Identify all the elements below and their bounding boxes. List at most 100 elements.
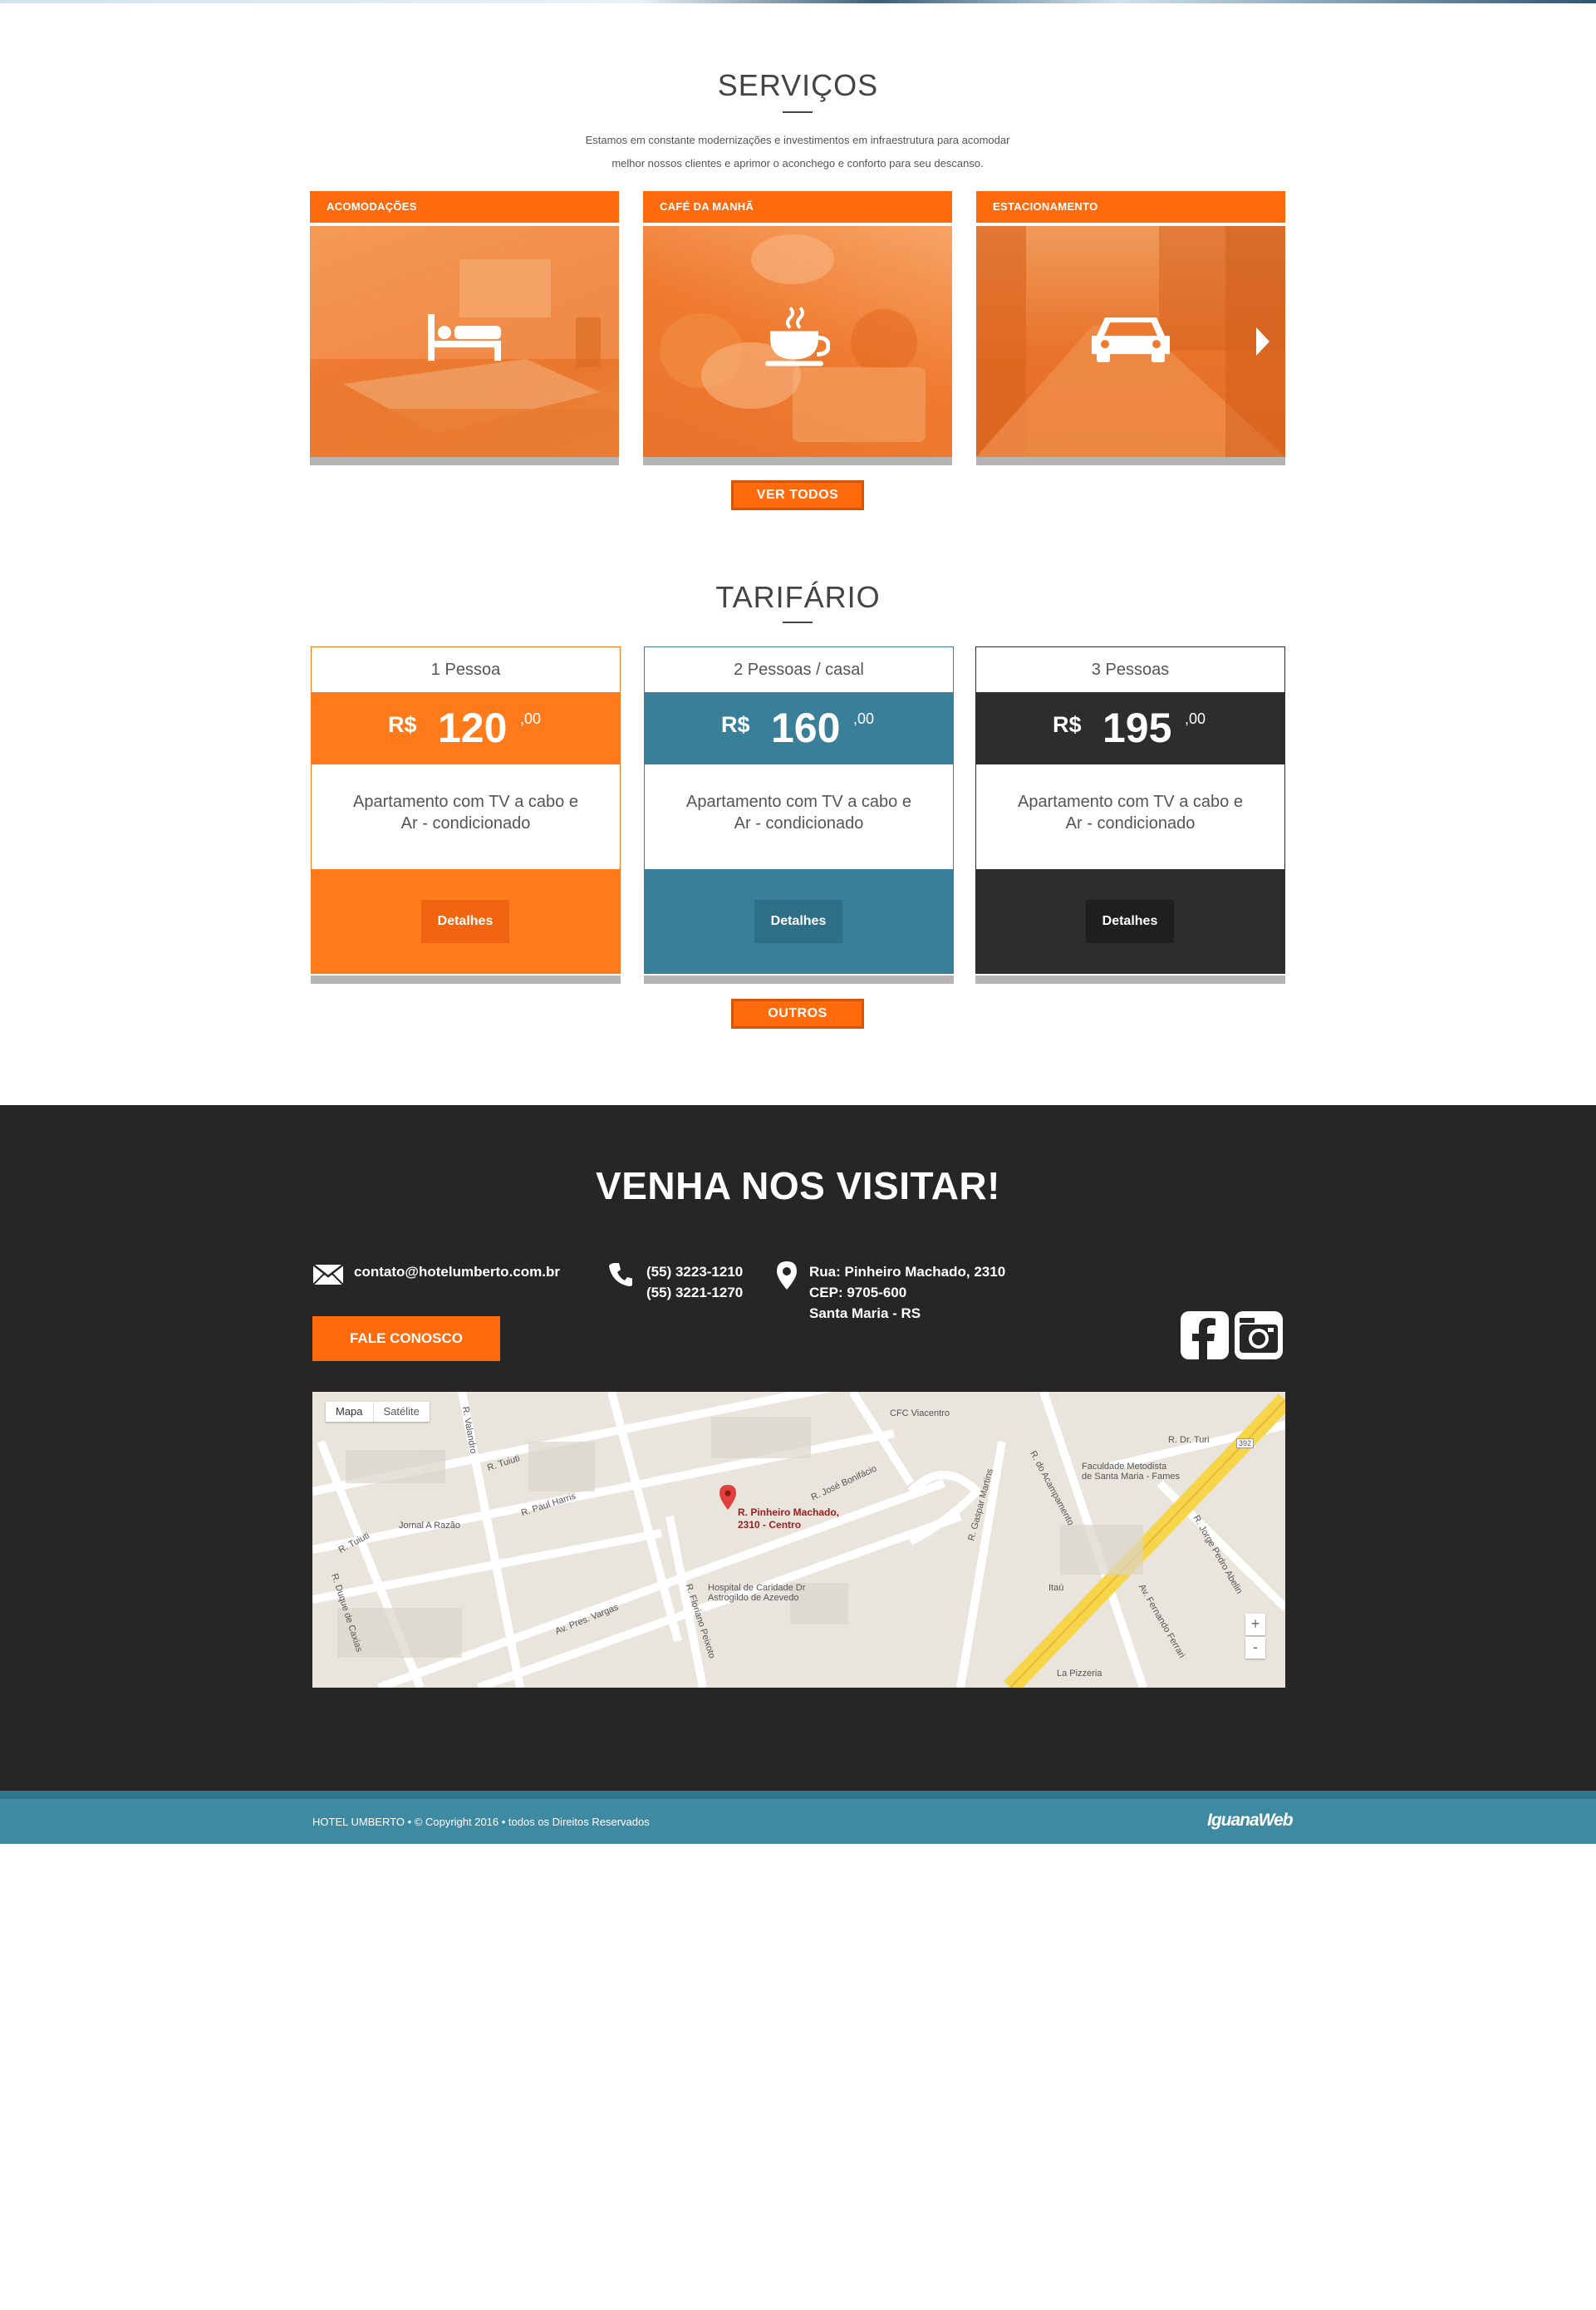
phone-icon — [609, 1261, 634, 1290]
price-amount: 120 — [438, 705, 508, 751]
instagram-icon[interactable] — [1235, 1311, 1283, 1359]
coffee-cup-icon — [765, 304, 831, 371]
plan-description-line2: Ar - condicionado — [734, 814, 864, 833]
service-card-bar — [310, 457, 619, 465]
contact-us-button[interactable]: FALE CONOSCO — [312, 1316, 500, 1361]
plan-name: 2 Pessoas / casal — [644, 646, 954, 692]
service-card-label: ESTACIONAMENTO — [976, 191, 1285, 223]
map-label-hospital: Hospital de Caridade Dr Astrogildo de Az… — [708, 1583, 805, 1603]
service-card-bar — [643, 457, 952, 465]
visit-title: VENHA NOS VISITAR! — [596, 1164, 1000, 1207]
footer-bar: HOTEL UMBERTO • © Copyright 2016 • todos… — [0, 1791, 1596, 1844]
map-label-cfc: CFC Viacentro — [890, 1408, 950, 1418]
breakfast-image — [643, 226, 952, 457]
price-footer: Detalhes — [311, 869, 621, 974]
map-label-jornal: Jornal A Razão — [399, 1521, 460, 1531]
service-card-parking[interactable]: ESTACIONAMENTO — [976, 191, 1285, 465]
price-currency: R$ — [1053, 712, 1082, 737]
map-pin-label-2: 2310 - Centro — [738, 1519, 802, 1531]
map-label-itau: Itaú — [1048, 1583, 1064, 1593]
pricing-title: TARIFÁRIO — [715, 580, 881, 614]
price-cents: ,00 — [853, 710, 875, 727]
facebook-icon[interactable] — [1181, 1311, 1229, 1359]
price-card-3: 3 Pessoas R$ 195 ,00 Apartamento com TV … — [975, 646, 1285, 984]
map-pin-label-1: R. Pinheiro Machado, — [738, 1506, 840, 1518]
services-intro-line1: Estamos em constante modernizações e inv… — [585, 134, 1010, 146]
map-label-faculdade: Faculdade Metodista de Santa Maria - Fam… — [1082, 1462, 1180, 1482]
price-card-bar — [311, 976, 621, 984]
contact-phone-2[interactable]: (55) 3221-1270 — [646, 1282, 743, 1303]
price-footer: Detalhes — [644, 869, 954, 974]
price-amount: 195 — [1102, 705, 1172, 751]
map-roads — [312, 1392, 1285, 1688]
price-card-2: 2 Pessoas / casal R$ 160 ,00 Apartamento… — [644, 646, 954, 984]
services-intro-line2: melhor nossos clientes e aprimor o aconc… — [611, 157, 984, 170]
contact-email[interactable]: contato@hotelumberto.com.br — [354, 1261, 560, 1282]
map-label-faculdade-2: de Santa Maria - Fames — [1082, 1472, 1180, 1482]
plan-description-line2: Ar - condicionado — [400, 814, 531, 833]
map-zoom-out-button[interactable]: - — [1245, 1637, 1265, 1659]
price-band: R$ 160 ,00 — [644, 692, 954, 764]
address-line1: Rua: Pinheiro Machado, 2310 — [809, 1264, 1006, 1280]
price-footer: Detalhes — [975, 869, 1285, 974]
bed-icon — [425, 311, 504, 366]
service-card-label: ACOMODAÇÕES — [310, 191, 619, 223]
price-band: R$ 120 ,00 — [311, 692, 621, 764]
price-card-1: 1 Pessoa R$ 120 ,00 Apartamento com TV a… — [311, 646, 621, 984]
service-card-label: CAFÉ DA MANHÃ — [643, 191, 952, 223]
details-button[interactable]: Detalhes — [1086, 900, 1174, 943]
plan-description: Apartamento com TV a cabo e Ar - condici… — [644, 764, 954, 869]
footer-copyright: HOTEL UMBERTO • © Copyright 2016 • todos… — [312, 1816, 650, 1828]
map-label-dr-turi: R. Dr. Turi — [1168, 1435, 1210, 1445]
location-pin-icon — [777, 1261, 797, 1294]
details-button[interactable]: Detalhes — [421, 900, 509, 943]
map-marker-icon[interactable] — [719, 1485, 736, 1514]
map-route-badge: 392 — [1236, 1438, 1255, 1448]
price-cents: ,00 — [1185, 710, 1206, 727]
details-button[interactable]: Detalhes — [754, 900, 842, 943]
map-tab-map[interactable]: Mapa — [326, 1402, 373, 1422]
carousel-next-arrow-icon[interactable] — [1255, 326, 1271, 361]
map-pin-label: R. Pinheiro Machado, 2310 - Centro — [738, 1506, 839, 1531]
location-map[interactable]: Mapa Satélite CFC Viacentro Faculdade Me… — [312, 1392, 1285, 1688]
map-zoom-in-button[interactable]: + — [1245, 1614, 1265, 1635]
price-card-bar — [975, 976, 1285, 984]
contact-address: Rua: Pinheiro Machado, 2310 CEP: 9705-60… — [809, 1261, 1005, 1324]
car-icon — [1090, 311, 1171, 366]
plan-description: Apartamento com TV a cabo e Ar - condici… — [311, 764, 621, 869]
map-tab-satellite[interactable]: Satélite — [372, 1402, 430, 1422]
contact-phone-1[interactable]: (55) 3223-1210 — [646, 1261, 743, 1282]
address-line3: Santa Maria - RS — [809, 1305, 921, 1321]
map-label-pizzeria: La Pizzeria — [1057, 1669, 1102, 1678]
map-label-hospital-1: Hospital de Caridade Dr — [708, 1583, 806, 1593]
parking-image — [976, 226, 1285, 457]
price-cents: ,00 — [520, 710, 542, 727]
plan-name: 3 Pessoas — [975, 646, 1285, 692]
others-button[interactable]: OUTROS — [731, 999, 864, 1029]
footer-brand-logo[interactable]: IguanaWeb — [1207, 1811, 1294, 1831]
plan-description: Apartamento com TV a cabo e Ar - condici… — [975, 764, 1285, 869]
address-line2: CEP: 9705-600 — [809, 1285, 907, 1300]
pricing-title-rule — [783, 622, 813, 623]
envelope-icon — [312, 1264, 344, 1290]
plan-description-line1: Apartamento com TV a cabo e — [686, 793, 911, 811]
services-title: SERVIÇOS — [717, 68, 879, 102]
service-card-accommodations[interactable]: ACOMODAÇÕES — [310, 191, 619, 465]
visit-section: VENHA NOS VISITAR! contato@hotelumberto.… — [0, 1105, 1596, 1791]
service-card-breakfast[interactable]: CAFÉ DA MANHÃ — [643, 191, 952, 465]
plan-name: 1 Pessoa — [311, 646, 621, 692]
accommodations-image — [310, 226, 619, 457]
price-card-bar — [644, 976, 954, 984]
price-amount: 160 — [771, 705, 841, 751]
plan-description-line1: Apartamento com TV a cabo e — [353, 793, 578, 811]
map-type-toggle[interactable]: Mapa Satélite — [326, 1402, 430, 1422]
price-currency: R$ — [388, 712, 417, 737]
view-all-button[interactable]: VER TODOS — [731, 480, 864, 510]
services-intro: Estamos em constante modernizações e inv… — [548, 129, 1047, 175]
plan-description-line2: Ar - condicionado — [1065, 814, 1196, 833]
map-label-hospital-2: Astrogildo de Azevedo — [708, 1593, 799, 1603]
plan-description-line1: Apartamento com TV a cabo e — [1018, 793, 1243, 811]
services-title-rule — [783, 111, 813, 113]
header-strip — [0, 0, 1596, 3]
map-label-faculdade-1: Faculdade Metodista — [1082, 1462, 1167, 1472]
